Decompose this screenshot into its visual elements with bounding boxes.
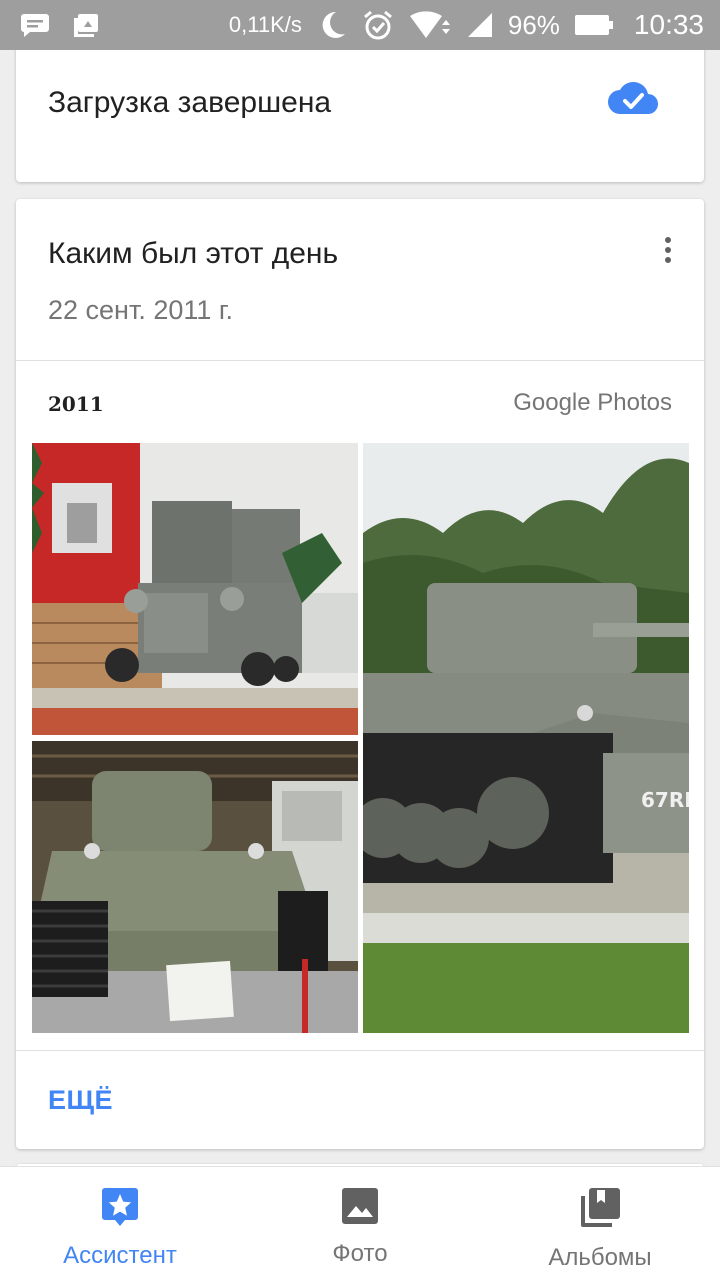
collage-photo-armored-car[interactable] [32, 443, 358, 735]
net-speed: 0,11K/s [228, 12, 302, 37]
bottom-navigation: Ассистент Фото Альбомы [0, 1166, 720, 1280]
battery-icon [574, 13, 614, 37]
nav-label: Фото [332, 1240, 388, 1267]
nav-assistant[interactable]: Ассистент [0, 1167, 240, 1280]
nav-label: Альбомы [548, 1244, 652, 1271]
assistant-feed[interactable]: Загрузка завершена Каким был этот день 2… [0, 50, 720, 1166]
cloud-done-icon [608, 80, 658, 121]
more-vert-icon[interactable] [656, 235, 680, 265]
divider [16, 1050, 704, 1051]
message-icon [20, 12, 50, 38]
nav-albums[interactable]: Альбомы [480, 1167, 720, 1280]
signal-icon [466, 11, 494, 39]
more-button[interactable]: ЕЩЁ [48, 1085, 113, 1116]
google-photos-logo: Google Photos [513, 389, 672, 416]
clock: 10:33 [633, 9, 704, 40]
albums-icon [579, 1187, 621, 1234]
collage-photo-sherman-tank[interactable] [32, 741, 358, 1033]
card-title: Каким был этот день [48, 237, 339, 270]
divider [16, 360, 704, 361]
collage-year: 2011 [48, 392, 104, 416]
photo-upload-icon [72, 11, 100, 39]
photo-icon [341, 1187, 379, 1230]
upload-status-text: Загрузка завершена [48, 86, 332, 119]
upload-status-card: Загрузка завершена [16, 50, 704, 182]
svg-text:67RE: 67RE [641, 788, 689, 812]
alarm-icon [362, 9, 394, 41]
status-bar: 0,11K/s 96% 10:33 [0, 0, 720, 50]
assistant-icon [101, 1187, 139, 1232]
moon-icon [316, 9, 348, 41]
battery-percent: 96% [507, 9, 560, 40]
wifi-icon [408, 10, 452, 40]
nav-label: Ассистент [63, 1242, 177, 1269]
card-date: 22 сент. 2011 г. [48, 295, 233, 325]
nav-photos[interactable]: Фото [240, 1167, 480, 1280]
rediscover-day-card[interactable]: Каким был этот день 22 сент. 2011 г. 201… [16, 199, 704, 1149]
collage-photo-valentine-tank[interactable]: 67RE [363, 443, 689, 1033]
